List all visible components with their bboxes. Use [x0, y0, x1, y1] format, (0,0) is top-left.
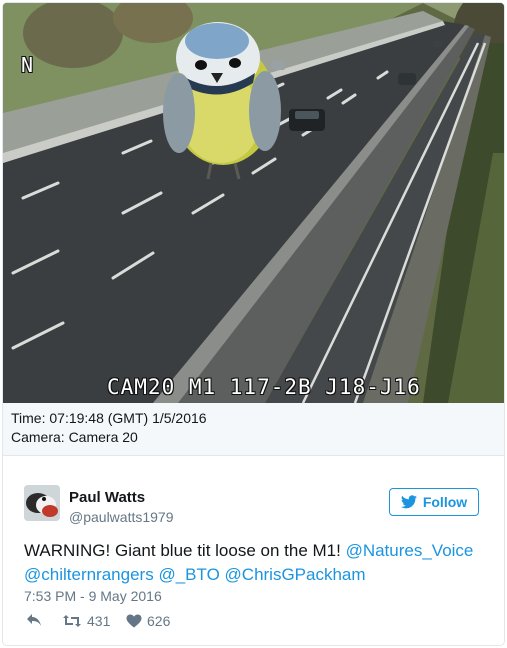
- camera-metadata: Time: 07:19:48 (GMT) 1/5/2016 Camera: Ca…: [3, 403, 504, 456]
- reply-icon: [27, 614, 41, 626]
- heart-icon: [126, 614, 142, 628]
- reply-button[interactable]: [26, 613, 42, 627]
- capture-time: Time: 07:19:48 (GMT) 1/5/2016: [11, 410, 207, 426]
- retweet-icon: [63, 615, 81, 627]
- like-button[interactable]: 626: [126, 613, 170, 629]
- twitter-bird-icon: [400, 495, 417, 509]
- tweet-text-body: WARNING! Giant blue tit loose on the M1!: [24, 541, 346, 560]
- compass-marker: N: [21, 53, 34, 77]
- camera-caption: CAM20 M1 117-2B J18-J16: [107, 375, 421, 399]
- tweet-timestamp[interactable]: 7:53 PM - 9 May 2016: [24, 588, 162, 604]
- avatar[interactable]: [24, 485, 60, 521]
- author-handle[interactable]: @paulwatts1979: [69, 509, 174, 525]
- tweet-text: WARNING! Giant blue tit loose on the M1!…: [24, 539, 484, 587]
- mention-link[interactable]: @chilternrangers: [24, 565, 154, 584]
- follow-button[interactable]: Follow: [389, 488, 479, 516]
- camera-name: Camera: Camera 20: [11, 429, 138, 445]
- avatar-image: [24, 485, 60, 521]
- follow-label: Follow: [422, 494, 468, 510]
- mention-link[interactable]: @_BTO: [158, 565, 219, 584]
- retweet-count: 431: [87, 613, 111, 629]
- mention-link[interactable]: @Natures_Voice: [346, 541, 474, 560]
- embedded-tweet-card: N CAM20 M1 117-2B J18-J16 Time: 07:19:48…: [2, 2, 505, 646]
- motorway-scene: [3, 3, 504, 403]
- retweet-button[interactable]: 431: [62, 613, 110, 629]
- mention-link[interactable]: @ChrisGPackham: [225, 565, 366, 584]
- author-name[interactable]: Paul Watts: [69, 489, 145, 506]
- like-count: 626: [147, 613, 171, 629]
- traffic-camera-image: N CAM20 M1 117-2B J18-J16: [3, 3, 504, 403]
